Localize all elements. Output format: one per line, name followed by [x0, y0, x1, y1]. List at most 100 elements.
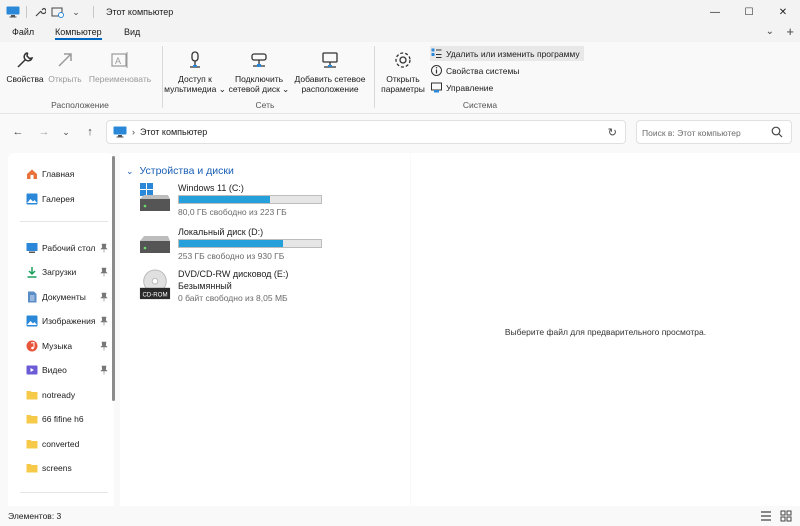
details-view-icon[interactable]	[760, 510, 772, 522]
minimize-button[interactable]: —	[698, 0, 732, 24]
sidebar-item-66-fifine-h6[interactable]: 66 fifine h6	[26, 411, 108, 427]
new-folder-quick-icon[interactable]	[51, 5, 65, 19]
documents-icon	[26, 291, 38, 303]
properties-quick-icon[interactable]	[33, 5, 47, 19]
forward-button[interactable]: →	[36, 124, 52, 140]
close-button[interactable]: ✕	[766, 0, 800, 24]
map-network-drive-button[interactable]: Подключить сетевой диск ⌄	[228, 48, 290, 94]
sidebar-item-downloads[interactable]: Загрузки	[26, 264, 108, 280]
sidebar-item-gallery[interactable]: Галерея	[26, 191, 108, 207]
breadcrumb[interactable]: Этот компьютер	[140, 127, 207, 137]
devices-group-header[interactable]: ⌄ Устройства и диски	[126, 165, 234, 177]
gear-icon	[391, 48, 415, 72]
open-button[interactable]: Открыть	[46, 48, 84, 84]
drive-e[interactable]: CD-ROM DVD/CD-RW дисковод (E:) Безымянны…	[138, 269, 338, 305]
drive-name: Windows 11 (C:)	[178, 183, 244, 193]
pin-icon[interactable]	[100, 267, 108, 277]
network-drive-line2: сетевой диск ⌄	[228, 84, 290, 94]
large-icons-view-icon[interactable]	[780, 510, 792, 522]
cd-rom-badge: CD-ROM	[142, 291, 167, 298]
sidebar-item-notready[interactable]: notready	[26, 387, 108, 403]
open-settings-line1: Открыть	[386, 74, 420, 84]
pin-icon[interactable]	[100, 341, 108, 351]
network-group-label: Сеть	[255, 100, 275, 110]
properties-label: Свойства	[6, 74, 44, 84]
manage-button[interactable]: Управление	[430, 80, 493, 95]
sidebar-item-label: screens	[42, 463, 72, 473]
open-settings-button[interactable]: Открыть параметры	[378, 48, 428, 94]
sidebar-item-video[interactable]: Видео	[26, 362, 108, 378]
back-button[interactable]: ←	[10, 124, 26, 140]
uninstall-program-label: Удалить или изменить программу	[446, 48, 580, 59]
recent-locations-button[interactable]: ⌄	[58, 124, 74, 140]
sidebar-item-desktop[interactable]: Рабочий стол	[26, 240, 108, 256]
rename-icon: A	[108, 48, 132, 72]
sidebar-item-label: Загрузки	[42, 267, 77, 277]
refresh-icon[interactable]: ↻	[608, 126, 617, 139]
uninstall-program-button[interactable]: Удалить или изменить программу	[430, 46, 584, 61]
sidebar-item-screens[interactable]: screens	[26, 460, 108, 476]
drive-usage-bar	[178, 239, 322, 248]
info-icon	[430, 65, 442, 77]
rename-button[interactable]: A Переименовать	[86, 48, 154, 84]
sidebar-item-label: 66 fifine h6	[42, 414, 84, 424]
drive-usage-bar	[178, 195, 322, 204]
drive-name: Локальный диск (D:)	[178, 227, 264, 237]
pin-icon[interactable]	[100, 292, 108, 302]
up-button[interactable]: ↑	[82, 124, 98, 140]
folder-icon	[26, 413, 38, 425]
search-box[interactable]	[636, 120, 792, 144]
properties-button[interactable]: Свойства	[6, 48, 44, 84]
pin-icon[interactable]	[100, 365, 108, 375]
sidebar-item-music[interactable]: Музыка	[26, 338, 108, 354]
media-access-button[interactable]: Доступ к мультимедиа ⌄	[164, 48, 226, 94]
network-location-line1: Добавить сетевое	[294, 74, 366, 84]
file-view: ⌄ Устройства и диски Windows 11 (C:) 80,…	[120, 153, 410, 506]
pin-icon[interactable]	[100, 316, 108, 326]
navigation-bar: ← → ⌄ ↑ › Этот компьютер ↻	[0, 114, 800, 150]
cd-rom-icon: CD-ROM	[139, 269, 171, 300]
pin-icon[interactable]	[100, 243, 108, 253]
sidebar-scrollbar[interactable]	[112, 156, 115, 401]
drive-d[interactable]: Локальный диск (D:) 253 ГБ свободно из 9…	[138, 227, 338, 261]
folder-icon	[26, 438, 38, 450]
sidebar-item-label: Видео	[42, 365, 67, 375]
drive-c[interactable]: Windows 11 (C:) 80,0 ГБ свободно из 223 …	[138, 183, 338, 217]
open-icon	[53, 48, 77, 72]
breadcrumb-chevron-icon[interactable]: ›	[132, 127, 135, 137]
maximize-button[interactable]: ☐	[732, 0, 766, 24]
computer-icon	[113, 126, 127, 138]
tab-view[interactable]: Вид	[124, 27, 140, 37]
tab-computer[interactable]: Компьютер	[55, 27, 102, 40]
sidebar-item-home[interactable]: Главная	[26, 166, 108, 182]
rename-label: Переименовать	[88, 74, 152, 84]
system-group-label: Система	[462, 100, 498, 110]
computer-icon	[6, 6, 20, 18]
sidebar-separator	[20, 221, 108, 222]
downloads-icon	[26, 266, 38, 278]
title-bar: ⌄ Этот компьютер — ☐ ✕	[0, 0, 800, 24]
system-properties-button[interactable]: Свойства системы	[430, 63, 519, 78]
chevron-down-icon[interactable]: ⌄	[126, 166, 134, 177]
sidebar-item-converted[interactable]: converted	[26, 436, 108, 452]
tab-file[interactable]: Файл	[12, 27, 34, 37]
ribbon-separator-1	[162, 46, 163, 108]
sidebar-item-documents[interactable]: Документы	[26, 289, 108, 305]
add-network-location-button[interactable]: Добавить сетевое расположение	[292, 48, 368, 94]
status-bar: Элементов: 3	[0, 506, 800, 526]
address-bar[interactable]: › Этот компьютер ↻	[106, 120, 626, 144]
quick-access-dropdown-icon[interactable]: ⌄	[69, 5, 83, 19]
hard-drive-icon	[140, 236, 170, 253]
search-input[interactable]	[642, 126, 770, 139]
collapse-ribbon-icon[interactable]: ⌄	[766, 26, 774, 37]
new-tab-icon[interactable]: +	[786, 24, 794, 39]
desktop-icon	[26, 242, 38, 254]
svg-text:A: A	[115, 56, 121, 66]
search-icon[interactable]	[771, 126, 783, 138]
sidebar-item-pictures[interactable]: Изображения	[26, 313, 108, 329]
programs-icon	[430, 48, 442, 60]
content-area: Главная Галерея Рабочий стол Загрузки До…	[0, 150, 800, 506]
folder-icon	[26, 389, 38, 401]
manage-label: Управление	[446, 82, 494, 93]
drive-usage-fill	[179, 196, 270, 203]
